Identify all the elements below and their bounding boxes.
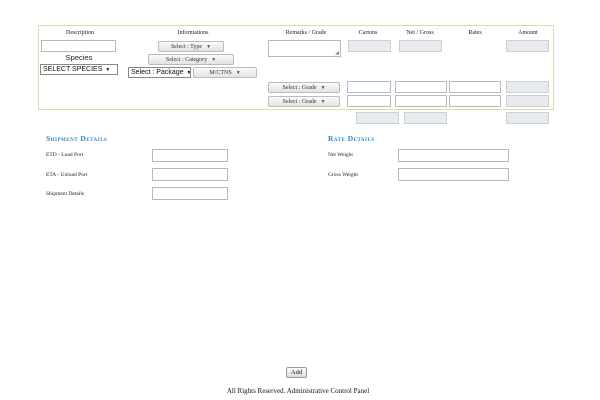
header-cartons: Cartons	[358, 30, 378, 36]
grade-select-value: Select : Grade	[282, 99, 317, 105]
eta-label: ETA - Unload Port	[46, 172, 88, 178]
grade-select-value: Select : Grade	[282, 85, 317, 91]
shipment-details-title: Shipment Details	[46, 134, 108, 143]
chevron-down-icon: ▼	[211, 58, 217, 63]
resize-grip-icon: ◢	[335, 51, 339, 56]
net-gross-input-2[interactable]	[395, 95, 447, 107]
amount-sum-field	[506, 112, 549, 124]
grade-select-1[interactable]: Select : Grade ▼	[268, 82, 340, 93]
unit-select-value: M/CTNS	[209, 70, 232, 76]
remarks-textarea[interactable]: ◢	[268, 40, 341, 57]
header-amount: Amount	[518, 30, 538, 36]
species-label: Species	[65, 53, 93, 62]
grade-select-2[interactable]: Select : Grade ▼	[268, 96, 340, 107]
eta-input[interactable]	[152, 168, 228, 181]
footer-copyright: All Rights Reserved. Administrative Cont…	[226, 387, 370, 395]
amount-field-2	[506, 95, 549, 107]
net-gross-sum-field	[404, 112, 447, 124]
species-select-value: SELECT SPECIES	[43, 66, 103, 73]
type-select[interactable]: Select : Type ▼	[158, 41, 224, 52]
amount-total-field	[506, 40, 549, 52]
header-net-gross: Net / Gross	[406, 30, 434, 36]
unit-select[interactable]: M/CTNS ▼	[193, 67, 257, 78]
rate-input-2[interactable]	[449, 95, 501, 107]
cartons-input-2[interactable]	[347, 95, 391, 107]
chevron-down-icon: ▼	[320, 100, 326, 105]
chevron-down-icon: ▼	[206, 45, 212, 50]
shipment-details-input[interactable]	[152, 187, 228, 200]
chevron-down-icon: ▼	[235, 71, 241, 76]
gross-weight-label: Gross Weight	[328, 172, 358, 178]
shipment-details-label: Shipment Details	[46, 191, 85, 197]
header-informations: Informations	[177, 30, 209, 36]
net-weight-label: Net Weight	[328, 152, 353, 158]
header-rates: Rates	[468, 30, 482, 36]
chevron-down-icon: ▼	[105, 67, 111, 73]
rate-input-1[interactable]	[449, 81, 501, 93]
gross-weight-input[interactable]	[398, 168, 509, 181]
package-select[interactable]: Select : Package ▼	[128, 67, 191, 78]
net-weight-input[interactable]	[398, 149, 509, 162]
chevron-down-icon: ▼	[320, 86, 326, 91]
package-select-value: Select : Package	[131, 69, 184, 76]
header-description: Description	[66, 30, 94, 36]
rate-details-title: Rate Details	[328, 134, 375, 143]
category-select[interactable]: Select : Category ▼	[148, 54, 234, 65]
cartons-input-1[interactable]	[347, 81, 391, 93]
header-remarks-grade: Remarks / Grade	[285, 30, 327, 36]
description-input[interactable]	[41, 40, 116, 52]
species-select[interactable]: SELECT SPECIES ▼	[40, 64, 118, 75]
amount-field-1	[506, 81, 549, 93]
etd-input[interactable]	[152, 149, 228, 162]
cartons-sum-field	[356, 112, 399, 124]
net-gross-input-1[interactable]	[395, 81, 447, 93]
chevron-down-icon: ▼	[186, 70, 191, 76]
cartons-total-field	[348, 40, 391, 52]
type-select-value: Select : Type	[170, 44, 203, 50]
category-select-value: Select : Category	[165, 57, 208, 63]
etd-label: ETD - Load Port	[46, 152, 84, 158]
net-gross-total-field	[399, 40, 442, 52]
add-button[interactable]: Add	[286, 367, 307, 378]
